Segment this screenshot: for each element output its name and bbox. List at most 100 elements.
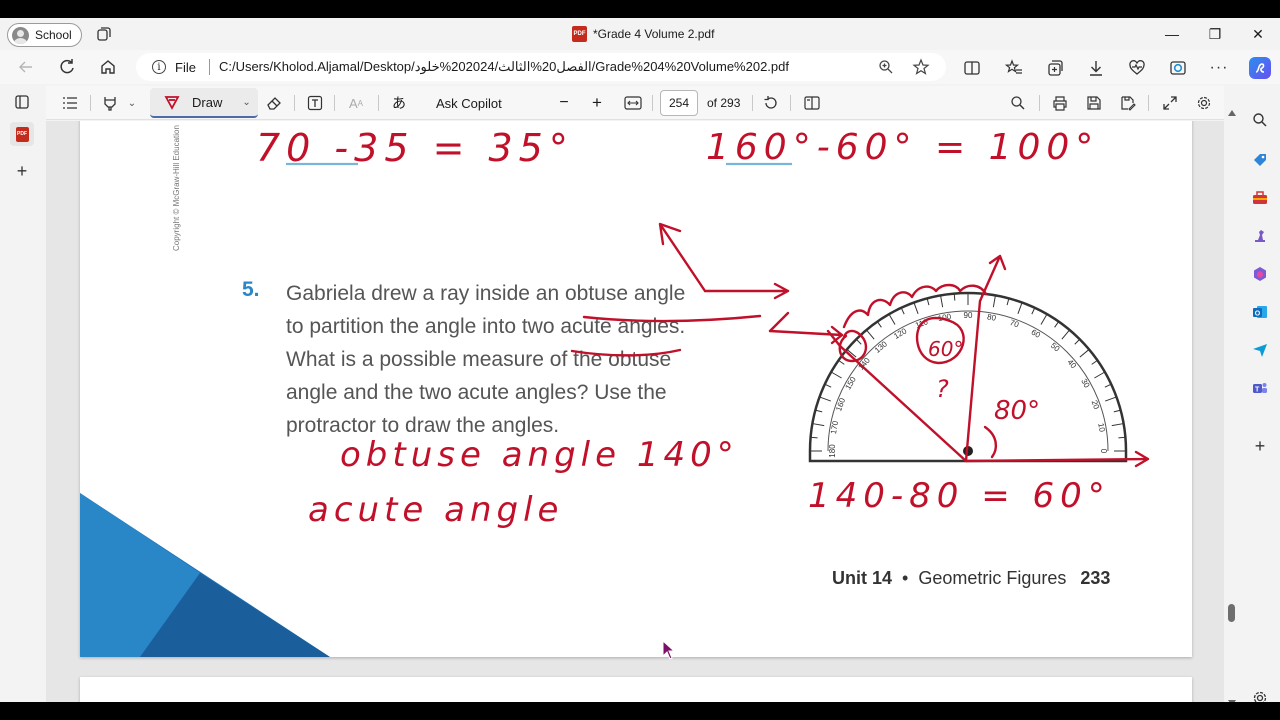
page-corner-graphic bbox=[80, 493, 330, 657]
back-icon[interactable] bbox=[12, 55, 40, 79]
draw-pen-icon bbox=[164, 96, 180, 110]
add-text-icon[interactable] bbox=[305, 93, 325, 113]
question-line: Gabriela drew a ray inside an obtuse ang… bbox=[286, 282, 686, 305]
tools-briefcase-icon[interactable] bbox=[1250, 188, 1270, 208]
ask-copilot-button[interactable]: Ask Copilot bbox=[436, 93, 502, 113]
save-icon[interactable] bbox=[1084, 93, 1104, 113]
save-as-icon[interactable] bbox=[1118, 93, 1138, 113]
next-pdf-page bbox=[80, 677, 1192, 702]
pdf-tab-icon[interactable]: PDF bbox=[10, 122, 34, 146]
pdf-settings-gear-icon[interactable] bbox=[1194, 93, 1214, 113]
search-icon[interactable] bbox=[1008, 93, 1028, 113]
footer-page-number: 233 bbox=[1080, 568, 1111, 588]
pdf-file-icon: PDF bbox=[572, 26, 587, 42]
address-separator bbox=[208, 59, 210, 75]
edge-sidebar-icon[interactable] bbox=[1168, 58, 1188, 78]
download-icon[interactable] bbox=[1086, 58, 1106, 78]
split-screen-icon[interactable] bbox=[962, 58, 982, 78]
draw-chevron-down-icon[interactable]: ⌄ bbox=[242, 97, 250, 108]
games-icon[interactable] bbox=[1250, 226, 1270, 246]
navigation-bar: i File C:/Users/Kholod.Aljamal/Desktop/ا… bbox=[0, 50, 1280, 84]
zoom-out-button[interactable]: − bbox=[556, 93, 572, 113]
browser-essentials-icon[interactable] bbox=[1127, 58, 1147, 78]
protractor-tick-label: 0 bbox=[1099, 449, 1108, 454]
question-text: Gabriela drew a ray inside an obtuse ang… bbox=[286, 277, 786, 442]
scheme-label: File bbox=[175, 59, 196, 75]
protractor-tick-label: 90 bbox=[964, 311, 973, 320]
toolbar-divider bbox=[1039, 95, 1040, 111]
microsoft-365-icon[interactable] bbox=[1250, 264, 1270, 284]
fit-width-icon[interactable] bbox=[623, 93, 643, 113]
sidebar-settings-gear-icon[interactable] bbox=[1250, 688, 1270, 702]
home-icon[interactable] bbox=[94, 55, 122, 79]
ink-equation-bottom: 140-80 = 60° bbox=[808, 476, 1111, 516]
draw-button[interactable]: Draw ⌄ bbox=[150, 88, 258, 118]
toolbar-divider bbox=[752, 95, 753, 111]
scroll-up-icon[interactable] bbox=[1228, 110, 1236, 116]
copilot-icon[interactable] bbox=[1249, 57, 1271, 79]
protractor-tick bbox=[953, 293, 956, 301]
vertical-scrollbar[interactable] bbox=[1225, 110, 1239, 702]
highlight-icon[interactable] bbox=[100, 93, 120, 113]
workspaces-icon[interactable] bbox=[96, 26, 112, 42]
print-icon[interactable] bbox=[1050, 93, 1070, 113]
ink-equation-top-right: 160°-60° = 100° bbox=[706, 127, 1099, 168]
refresh-icon[interactable] bbox=[53, 55, 81, 79]
zoom-icon[interactable] bbox=[878, 59, 894, 75]
minimize-button[interactable]: — bbox=[1152, 22, 1192, 46]
footer-unit: Unit 14 bbox=[832, 568, 893, 588]
ink-acute-angle: acute angle bbox=[308, 490, 563, 530]
sidebar-search-icon[interactable] bbox=[1250, 110, 1270, 130]
question-number: 5. bbox=[242, 278, 260, 301]
mouse-cursor-icon bbox=[662, 640, 676, 660]
close-button[interactable]: ✕ bbox=[1238, 22, 1278, 46]
eraser-icon[interactable] bbox=[264, 93, 284, 113]
svg-text:O: O bbox=[1255, 310, 1261, 317]
toolbar-divider bbox=[1148, 95, 1149, 111]
pdf-viewer[interactable]: Copyright © McGraw-Hill Education 5. Gab… bbox=[46, 121, 1224, 702]
draw-label: Draw bbox=[192, 94, 223, 110]
protractor-tick bbox=[1118, 436, 1126, 439]
avatar bbox=[12, 26, 29, 44]
address-bar[interactable]: i File C:/Users/Kholod.Aljamal/Desktop/ا… bbox=[136, 53, 946, 81]
restore-button[interactable]: ❐ bbox=[1195, 22, 1235, 46]
text-options-icon[interactable]: AA bbox=[344, 93, 368, 113]
favorites-icon[interactable] bbox=[1004, 58, 1024, 78]
toolbar-divider bbox=[294, 95, 295, 111]
toolbar-divider bbox=[790, 95, 791, 111]
screen: School PDF *Grade 4 Volume 2.pdf — ❐ ✕ i… bbox=[0, 18, 1280, 702]
outlook-icon[interactable]: O bbox=[1250, 302, 1270, 322]
send-to-phone-icon[interactable] bbox=[1250, 340, 1270, 360]
question-line: protractor to draw the angles. bbox=[286, 414, 560, 437]
more-options-icon[interactable]: ··· bbox=[1209, 58, 1229, 78]
profile-button[interactable]: School bbox=[7, 23, 82, 47]
expand-icon[interactable] bbox=[1160, 93, 1180, 113]
footer-bullet: • bbox=[902, 568, 909, 588]
tab-title-text: *Grade 4 Volume 2.pdf bbox=[593, 27, 715, 41]
zoom-in-button[interactable]: + bbox=[589, 93, 605, 113]
highlight-chevron-down-icon[interactable]: ⌄ bbox=[124, 93, 140, 113]
rotate-icon[interactable] bbox=[761, 93, 781, 113]
tab-title[interactable]: PDF *Grade 4 Volume 2.pdf bbox=[572, 26, 714, 42]
pdf-toolbar: ⌄ Draw ⌄ AA あ Ask Copilot − + 254 of 293 bbox=[46, 86, 1224, 120]
profile-label: School bbox=[35, 28, 72, 42]
teams-icon[interactable]: T bbox=[1250, 378, 1270, 398]
shopping-tag-icon[interactable] bbox=[1250, 150, 1270, 170]
url-text[interactable]: C:/Users/Kholod.Aljamal/Desktop/الفصل20%… bbox=[219, 59, 789, 75]
add-sidebar-app-icon[interactable]: + bbox=[1250, 436, 1270, 456]
new-tab-icon[interactable]: + bbox=[10, 159, 34, 183]
title-bar: School PDF *Grade 4 Volume 2.pdf — ❐ ✕ bbox=[0, 18, 1280, 50]
svg-text:T: T bbox=[1255, 386, 1260, 393]
read-aloud-icon[interactable]: あ bbox=[388, 93, 410, 113]
protractor: 180170160150140130120110 100 90 80706050403… bbox=[808, 291, 1128, 463]
page-total: of 293 bbox=[707, 96, 741, 110]
scrollbar-thumb[interactable] bbox=[1228, 604, 1235, 622]
tab-actions-icon[interactable] bbox=[10, 90, 34, 114]
contents-icon[interactable] bbox=[60, 93, 80, 113]
info-icon[interactable]: i bbox=[152, 60, 166, 74]
collections-icon[interactable] bbox=[1045, 58, 1065, 78]
question-line: angle and the two acute angles? Use the bbox=[286, 381, 667, 404]
favorite-star-icon[interactable] bbox=[912, 58, 930, 76]
page-number-input[interactable]: 254 bbox=[660, 90, 698, 116]
page-view-icon[interactable] bbox=[802, 93, 822, 113]
